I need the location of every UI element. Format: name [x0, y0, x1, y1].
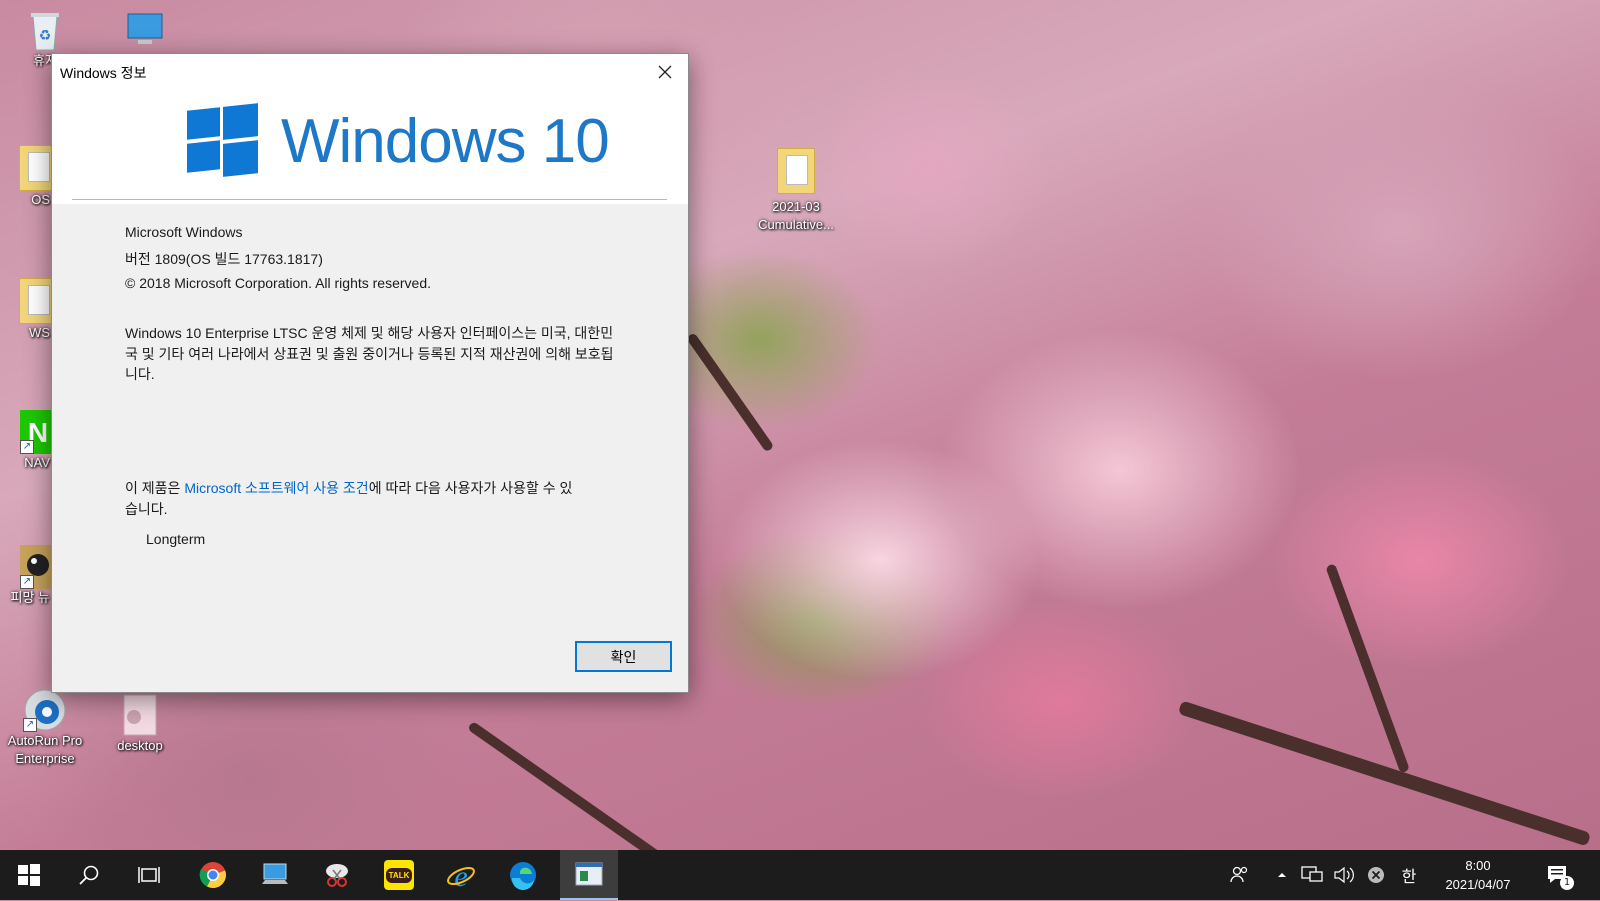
internet-explorer-icon: e	[447, 860, 475, 890]
legal-notice: Windows 10 Enterprise LTSC 운영 체제 및 해당 사용…	[125, 325, 614, 382]
shortcut-arrow-icon: ↗	[23, 718, 37, 732]
status-error-button[interactable]	[1362, 850, 1390, 900]
search-button[interactable]	[60, 850, 118, 900]
desktop-icon-autorun[interactable]: ↗ AutoRun Pro Enterprise	[5, 688, 85, 768]
action-center-button[interactable]: 1	[1538, 850, 1578, 900]
clock-date: 2021/04/07	[1445, 877, 1511, 892]
this-pc-icon	[262, 863, 288, 884]
autorun-icon: ↗	[23, 688, 67, 732]
folder-icon	[777, 148, 815, 194]
network-button[interactable]	[1298, 850, 1326, 900]
desktop-icon-label: 피망 뉴	[10, 590, 51, 605]
desktop-icon-label: desktop	[117, 738, 163, 753]
desktop-icon-desktop-file[interactable]: desktop	[100, 693, 180, 755]
desktop-icon-label: 2021-03 Cumulative...	[758, 199, 834, 232]
desktop-icon-label: WS	[29, 325, 50, 340]
taskbar-kakaotalk[interactable]: TALK	[370, 850, 428, 900]
kakaotalk-label: TALK	[385, 867, 413, 883]
svg-text:e: e	[454, 860, 467, 890]
volume-icon	[1334, 866, 1354, 884]
taskbar: TALK e 한 8:00 2021/04/07 1	[0, 850, 1600, 900]
task-view-button[interactable]	[120, 850, 178, 900]
desktop-icon-label: AutoRun Pro Enterprise	[7, 733, 83, 766]
windows-10-wordmark: Windows 10	[281, 107, 610, 176]
taskbar-clock[interactable]: 8:00 2021/04/07	[1428, 856, 1528, 894]
desktop-icon-label: NAV	[24, 455, 50, 470]
taskbar-winver[interactable]	[560, 850, 618, 900]
desktop-icon-cumulative-update[interactable]: 2021-03 Cumulative...	[752, 148, 840, 234]
snipping-tool-icon	[326, 864, 348, 887]
svg-text:♻: ♻	[39, 28, 52, 44]
shortcut-arrow-icon: ↗	[20, 575, 34, 589]
shortcut-arrow-icon: ↗	[20, 440, 34, 454]
about-windows-dialog: Windows 정보 Windows 10 Microsoft Windows …	[51, 53, 689, 693]
dialog-title: Windows 정보	[60, 65, 147, 81]
version-info: 버전 1809(OS 빌드 17763.1817)	[125, 251, 323, 267]
license-terms-link[interactable]: Microsoft 소프트웨어 사용 조건	[184, 480, 368, 496]
notification-count-badge: 1	[1560, 876, 1574, 890]
close-button[interactable]	[642, 54, 688, 90]
license-prefix: 이 제품은	[125, 480, 185, 496]
error-x-icon	[1368, 867, 1384, 883]
people-icon	[1230, 866, 1248, 883]
dialog-titlebar[interactable]: Windows 정보	[52, 54, 688, 90]
winver-icon	[575, 862, 603, 886]
desktop-icon-computer[interactable]	[104, 8, 184, 52]
copyright-notice: © 2018 Microsoft Corporation. All rights…	[125, 275, 432, 291]
product-name: Microsoft Windows	[125, 224, 243, 240]
start-icon	[18, 864, 40, 886]
search-icon	[79, 865, 99, 885]
close-icon	[658, 65, 672, 79]
desktop-icon-label: OS	[31, 192, 50, 207]
wallpaper-branch	[685, 332, 775, 453]
ok-button[interactable]: 확인	[575, 641, 672, 672]
start-button[interactable]	[0, 850, 58, 900]
chrome-icon	[199, 862, 226, 888]
people-button[interactable]	[1222, 850, 1258, 900]
licensed-user: Longterm	[146, 531, 206, 547]
taskbar-edge[interactable]	[494, 850, 552, 900]
task-view-icon	[138, 867, 160, 883]
show-hidden-icons-button[interactable]	[1270, 850, 1294, 900]
taskbar-snipping-tool[interactable]	[308, 850, 366, 900]
divider	[72, 199, 667, 200]
chevron-up-icon	[1278, 873, 1286, 877]
recycle-bin-icon: ♻	[23, 8, 67, 52]
taskbar-chrome[interactable]	[184, 850, 242, 900]
taskbar-this-pc[interactable]	[246, 850, 304, 900]
network-icon	[1301, 866, 1323, 882]
computer-icon	[122, 8, 166, 52]
ime-indicator[interactable]: 한	[1394, 850, 1424, 900]
volume-button[interactable]	[1330, 850, 1358, 900]
windows-logo-banner: Windows 10	[52, 90, 688, 204]
wallpaper-branch	[1325, 563, 1410, 774]
edge-icon	[510, 862, 536, 890]
taskbar-internet-explorer[interactable]: e	[432, 850, 490, 900]
desktop-file-icon	[118, 693, 162, 737]
license-statement: 이 제품은 Microsoft 소프트웨어 사용 조건에 따라 다음 사용자가 …	[125, 478, 585, 519]
windows-logo-icon	[187, 103, 258, 177]
kakaotalk-icon: TALK	[384, 860, 414, 890]
clock-time: 8:00	[1465, 858, 1491, 873]
